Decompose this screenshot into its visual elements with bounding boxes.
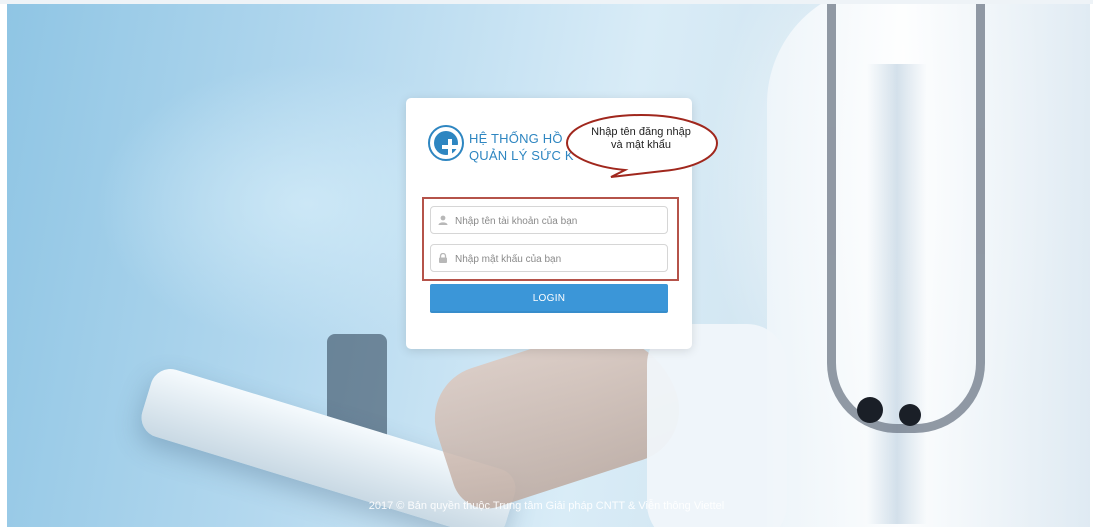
lock-icon xyxy=(439,253,447,263)
login-button[interactable]: LOGIN xyxy=(430,284,668,313)
medical-cross-icon xyxy=(428,125,464,161)
stethoscope-tip-decoration xyxy=(899,404,921,426)
stethoscope-decoration xyxy=(827,4,985,433)
user-icon xyxy=(438,215,448,225)
callout-line2: và mật khẩu xyxy=(611,139,671,151)
password-field[interactable] xyxy=(430,244,668,272)
stethoscope-tip-decoration xyxy=(857,397,883,423)
username-field[interactable] xyxy=(430,206,668,234)
copyright-footer: 2017 © Bản quyền thuộc Trung tâm Giải ph… xyxy=(368,500,725,512)
callout-text: Nhập tên đăng nhập và mật khẩu xyxy=(566,126,716,152)
callout-line1: Nhập tên đăng nhập xyxy=(591,126,691,138)
password-input[interactable] xyxy=(453,248,662,270)
sleeve-decoration xyxy=(647,324,787,527)
username-input[interactable] xyxy=(453,210,662,232)
